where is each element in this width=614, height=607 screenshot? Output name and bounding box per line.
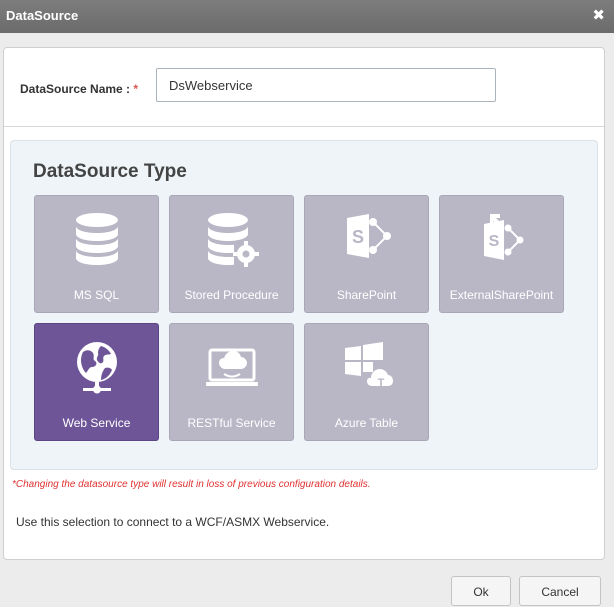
cancel-button[interactable]: Cancel <box>519 576 601 606</box>
required-mark: * <box>133 82 139 96</box>
external-sharepoint-icon: S <box>440 212 563 268</box>
tile-external-sharepoint[interactable]: S ExternalSharePoint <box>439 195 564 313</box>
datasource-type-title: DataSource Type <box>33 161 187 182</box>
svg-text:S: S <box>488 233 499 250</box>
dialog-body: DataSource Name : * DataSource Type MS S… <box>3 47 605 560</box>
svg-text:S: S <box>351 227 363 247</box>
tile-web-service[interactable]: Web Service <box>34 323 159 441</box>
tile-label: ExternalSharePoint <box>449 288 554 302</box>
tile-restful-service[interactable]: RESTful Service <box>169 323 294 441</box>
svg-text:T: T <box>377 377 384 389</box>
datasource-name-input[interactable] <box>156 68 496 102</box>
datasource-name-label: DataSource Name : * <box>20 82 138 96</box>
tile-label: RESTful Service <box>187 416 276 430</box>
database-gear-icon <box>170 212 293 268</box>
tile-label: MS SQL <box>73 288 120 302</box>
close-icon[interactable]: ✖ <box>592 7 605 25</box>
type-description: Use this selection to connect to a WCF/A… <box>16 515 330 529</box>
datasource-name-label-text: DataSource Name : <box>20 82 134 96</box>
title-bar: DataSource ✖ <box>0 0 614 33</box>
tile-label: Stored Procedure <box>184 288 279 302</box>
cloud-laptop-icon <box>170 340 293 396</box>
warning-message: *Changing the datasource type will resul… <box>12 479 371 490</box>
tile-azure-table[interactable]: T Azure Table <box>304 323 429 441</box>
datasource-type-panel: DataSource Type MS SQL Stored Procedure … <box>10 140 598 470</box>
window-title: DataSource <box>6 8 79 23</box>
sharepoint-icon: S <box>305 212 428 268</box>
database-icon <box>35 212 158 268</box>
tile-label: SharePoint <box>336 288 397 302</box>
tile-label: Azure Table <box>334 416 399 430</box>
tile-stored-procedure[interactable]: Stored Procedure <box>169 195 294 313</box>
tile-ms-sql[interactable]: MS SQL <box>34 195 159 313</box>
ok-button[interactable]: Ok <box>451 576 511 606</box>
azure-windows-cloud-icon: T <box>305 340 428 396</box>
globe-icon <box>35 340 158 396</box>
name-row: DataSource Name : * <box>4 48 604 127</box>
tile-label: Web Service <box>62 416 131 430</box>
tile-sharepoint[interactable]: S SharePoint <box>304 195 429 313</box>
